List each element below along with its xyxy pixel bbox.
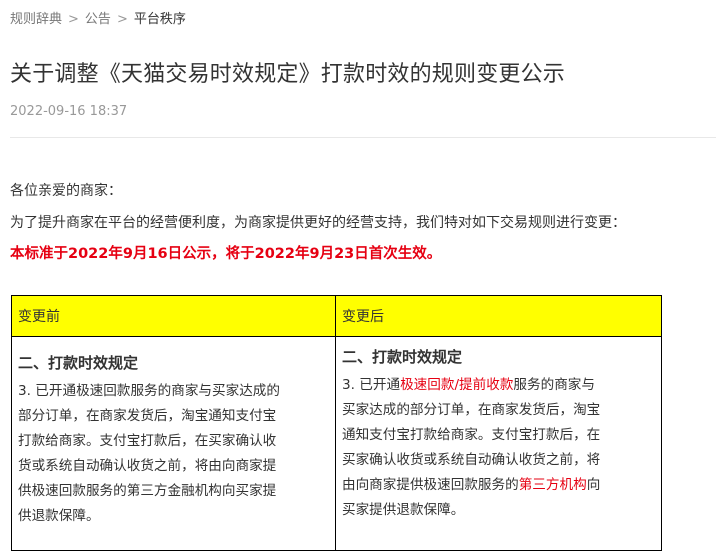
after-line-suffix: 向 [586, 477, 601, 493]
header-before: 变更前 [11, 295, 336, 337]
breadcrumb-platform-order[interactable]: 平台秩序 [134, 12, 186, 27]
after-highlight-third-party: 第三方机构 [518, 477, 587, 493]
before-line: 供极速回款服务的第三方金融机构向买家提 [18, 483, 277, 499]
page-title: 关于调整《天猫交易时效规定》打款时效的规则变更公示 [10, 62, 566, 87]
after-line-suffix: 服务的商家与 [513, 377, 595, 393]
before-body: 3. 已开通极速回款服务的商家与买家达成的 部分订单，在商家发货后，淘宝通知支付… [18, 379, 329, 529]
breadcrumb-separator: > [116, 12, 128, 27]
before-line: 供退款保障。 [18, 508, 100, 524]
after-heading: 二、打款时效规定 [342, 348, 463, 366]
after-line-prefix: 3. 已开通 [342, 377, 401, 393]
before-line: 3. 已开通极速回款服务的商家与买家达成的 [18, 383, 280, 399]
after-line: 买家确认收货或系统自动确认收货之前，将 [342, 452, 601, 468]
breadcrumb-separator: > [68, 12, 79, 27]
after-highlight-fast-payment: 极速回款/提前收款 [400, 377, 514, 393]
before-line: 货或系统自动确认收货之前，将由向商家提 [18, 458, 277, 474]
table-row: 二、打款时效规定 3. 已开通极速回款服务的商家与买家达成的 部分订单，在商家发… [11, 336, 662, 551]
after-line-prefix: 由向商家提供极速回款服务的 [342, 477, 519, 493]
after-line: 通知支付宝打款给商家。支付宝打款后，在 [342, 427, 601, 443]
breadcrumb-rules-dictionary[interactable]: 规则辞典 [10, 12, 62, 27]
breadcrumb: 规则辞典 > 公告 > 平台秩序 [10, 8, 186, 27]
publish-date: 2022-09-16 18:37 [10, 104, 128, 119]
before-heading: 二、打款时效规定 [18, 354, 139, 372]
before-cell: 二、打款时效规定 3. 已开通极速回款服务的商家与买家达成的 部分订单，在商家发… [11, 336, 336, 551]
after-body: 3. 已开通极速回款/提前收款服务的商家与 买家达成的部分订单，在商家发货后，淘… [342, 373, 655, 523]
after-line: 买家提供退款保障。 [342, 502, 465, 518]
before-line: 打款给商家。支付宝打款后，在买家确认收 [18, 433, 277, 449]
header-divider [10, 137, 716, 138]
rule-change-table: 变更前 变更后 二、打款时效规定 3. 已开通极速回款服务的商家与买家达成的 部… [11, 295, 662, 551]
after-cell: 二、打款时效规定 3. 已开通极速回款/提前收款服务的商家与 买家达成的部分订单… [335, 336, 662, 551]
effective-date-notice: 本标准于2022年9月16日公示，将于2022年9月23日首次生效。 [10, 246, 442, 262]
before-line: 部分订单，在商家发货后，淘宝通知支付宝 [18, 408, 277, 424]
header-after: 变更后 [335, 295, 662, 337]
greeting-text: 各位亲爱的商家： [10, 183, 122, 199]
breadcrumb-announcements[interactable]: 公告 [85, 12, 111, 27]
table-header-row: 变更前 变更后 [11, 295, 662, 337]
after-line: 买家达成的部分订单，在商家发货后，淘宝 [342, 402, 601, 418]
intro-text: 为了提升商家在平台的经营便利度，为商家提供更好的经营支持，我们特对如下交易规则进… [10, 215, 626, 231]
